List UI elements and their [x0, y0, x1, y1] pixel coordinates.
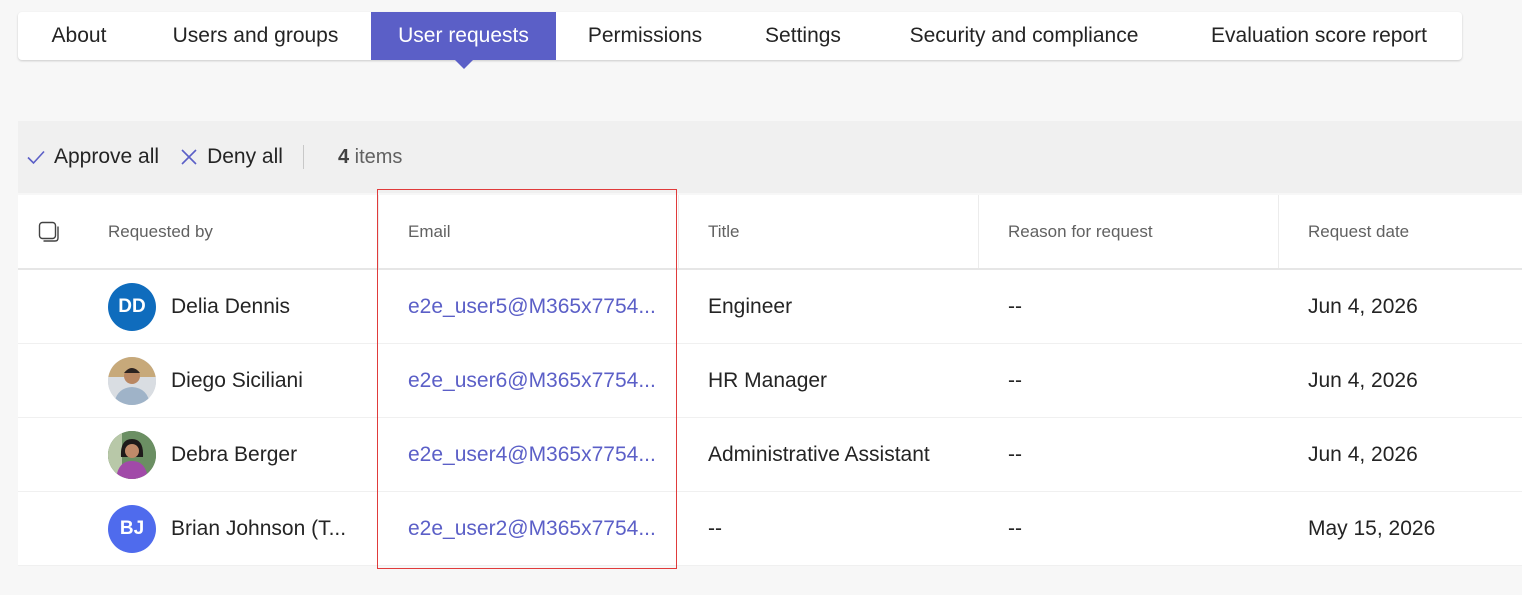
- approve-all-label: Approve all: [54, 145, 160, 168]
- table-row[interactable]: Diego Siciliani e2e_user6@M365x7754... H…: [18, 344, 1522, 418]
- toolbar-divider: [302, 145, 304, 169]
- user-requests-table: Requested by Email Title Reason for requ…: [18, 195, 1522, 566]
- tab-users-and-groups[interactable]: Users and groups: [140, 12, 371, 60]
- title-cell: Engineer: [708, 294, 793, 318]
- reason-cell: --: [1008, 516, 1022, 540]
- avatar: [108, 431, 156, 479]
- tab-permissions[interactable]: Permissions: [556, 12, 734, 60]
- avatar: BJ: [108, 505, 156, 553]
- table-header: Requested by Email Title Reason for requ…: [18, 195, 1522, 270]
- command-bar: Approve all Deny all 4 items: [18, 121, 1522, 193]
- reason-cell: --: [1008, 368, 1022, 392]
- header-reason-for-request[interactable]: Reason for request: [1008, 195, 1153, 268]
- item-count: 4 items: [337, 145, 403, 168]
- request-date-cell: May 15, 2026: [1308, 516, 1436, 540]
- header-request-date[interactable]: Request date: [1308, 195, 1409, 268]
- column-divider: [1278, 195, 1279, 268]
- reason-cell: --: [1008, 442, 1022, 466]
- deny-all-button[interactable]: Deny all: [179, 145, 283, 169]
- header-title[interactable]: Title: [708, 195, 740, 268]
- table-row[interactable]: Debra Berger e2e_user4@M365x7754... Admi…: [18, 418, 1522, 492]
- tab-about[interactable]: About: [18, 12, 140, 60]
- tab-settings[interactable]: Settings: [734, 12, 872, 60]
- email-link[interactable]: e2e_user6@M365x7754...: [408, 344, 658, 417]
- table-row[interactable]: BJ Brian Johnson (T... e2e_user2@M365x77…: [18, 492, 1522, 566]
- avatar: [108, 357, 156, 405]
- title-cell: Administrative Assistant: [708, 442, 930, 466]
- tab-security-and-compliance[interactable]: Security and compliance: [872, 12, 1176, 60]
- email-link[interactable]: e2e_user4@M365x7754...: [408, 418, 658, 491]
- tab-user-requests[interactable]: User requests: [371, 12, 556, 60]
- avatar: DD: [108, 283, 156, 331]
- table-row[interactable]: DD Delia Dennis e2e_user5@M365x7754... E…: [18, 270, 1522, 344]
- column-divider: [978, 195, 979, 268]
- requester-name: Debra Berger: [171, 442, 298, 466]
- header-requested-by[interactable]: Requested by: [108, 195, 213, 268]
- checkmark-icon: [26, 147, 46, 167]
- requester-name: Delia Dennis: [171, 294, 291, 318]
- title-cell: HR Manager: [708, 368, 828, 392]
- header-email[interactable]: Email: [408, 195, 451, 268]
- requester-name: Diego Siciliani: [171, 368, 303, 392]
- email-link[interactable]: e2e_user2@M365x7754...: [408, 492, 658, 565]
- email-link[interactable]: e2e_user5@M365x7754...: [408, 270, 658, 343]
- select-all-checkbox[interactable]: [38, 195, 60, 268]
- approve-all-button[interactable]: Approve all: [26, 145, 159, 169]
- request-date-cell: Jun 4, 2026: [1308, 442, 1418, 466]
- column-divider: [378, 195, 379, 268]
- close-icon: [179, 147, 199, 167]
- request-date-cell: Jun 4, 2026: [1308, 368, 1418, 392]
- title-cell: --: [708, 516, 722, 540]
- tab-evaluation-score-report[interactable]: Evaluation score report: [1176, 12, 1462, 60]
- reason-cell: --: [1008, 294, 1022, 318]
- column-divider: [678, 195, 679, 268]
- request-date-cell: Jun 4, 2026: [1308, 294, 1418, 318]
- deny-all-label: Deny all: [207, 145, 283, 168]
- requester-name: Brian Johnson (T...: [171, 516, 347, 540]
- tab-bar: About Users and groups User requests Per…: [18, 12, 1462, 60]
